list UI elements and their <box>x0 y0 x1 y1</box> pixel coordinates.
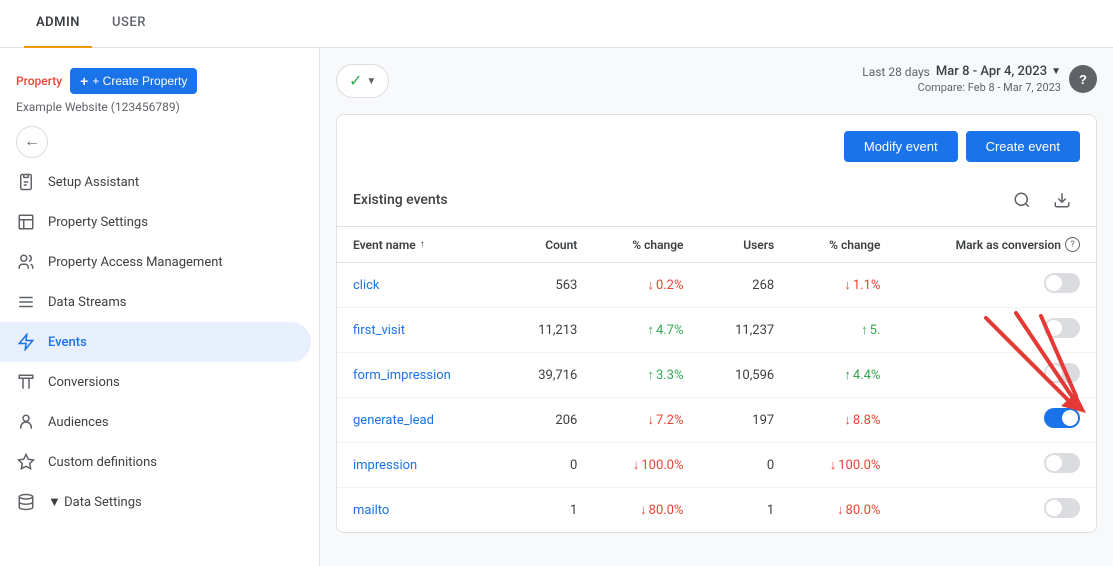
col-count: Count <box>503 227 594 263</box>
existing-events-row: Existing events <box>337 174 1096 227</box>
settings-icon <box>16 212 36 232</box>
event-name-link[interactable]: mailto <box>353 503 389 518</box>
sidebar-item-label: ▼ Data Settings <box>48 494 142 510</box>
table-row: generate_lead 206 ↓7.2% 197 ↓8.8% <box>337 398 1096 443</box>
content-area: ✓ ▼ Last 28 days Mar 8 - Apr 4, 2023 ▼ C… <box>320 48 1113 566</box>
sidebar-item-label: Property Settings <box>48 215 148 230</box>
create-property-button[interactable]: + + Create Property <box>70 68 197 94</box>
toggle-impression[interactable] <box>1044 453 1080 473</box>
events-icon <box>16 332 36 352</box>
modify-event-button[interactable]: Modify event <box>844 131 958 162</box>
col-mark-conversion: Mark as conversion ? <box>896 227 1096 263</box>
sidebar-item-conversions[interactable]: Conversions <box>0 362 311 402</box>
table-row: first_visit 11,213 ↑4.7% 11,237 ↑5. <box>337 308 1096 353</box>
back-button[interactable]: ← <box>16 126 48 158</box>
event-name-link[interactable]: click <box>353 278 380 293</box>
custom-icon <box>16 452 36 472</box>
conversion-help-icon[interactable]: ? <box>1065 237 1080 252</box>
plus-icon: + <box>80 73 88 89</box>
sidebar-item-events[interactable]: Events <box>0 322 311 362</box>
help-button[interactable]: ? <box>1069 65 1097 93</box>
date-range-section: Last 28 days Mar 8 - Apr 4, 2023 ▼ Compa… <box>862 64 1061 94</box>
sidebar: Property + + Create Property Example Web… <box>0 48 320 566</box>
sidebar-item-audiences[interactable]: Audiences <box>0 402 311 442</box>
check-icon: ✓ <box>349 71 362 91</box>
main-layout: Property + + Create Property Example Web… <box>0 48 1113 566</box>
compare-label: Compare: Feb 8 - Mar 7, 2023 <box>918 81 1061 94</box>
sidebar-item-label: Conversions <box>48 375 120 390</box>
sidebar-item-label: Property Access Management <box>48 255 223 270</box>
table-row: form_impression 39,716 ↑3.3% 10,596 ↑4.4… <box>337 353 1096 398</box>
date-dropdown-icon: ▼ <box>1051 66 1061 77</box>
property-label: Property <box>16 74 62 88</box>
last-days-label: Last 28 days <box>862 65 930 79</box>
event-name-link[interactable]: first_visit <box>353 323 405 338</box>
clipboard-icon <box>16 172 36 192</box>
account-name: Example Website (123456789) <box>0 98 319 122</box>
toggle-generate-lead[interactable] <box>1044 408 1080 428</box>
dropdown-arrow-icon: ▼ <box>366 76 376 87</box>
events-card: Modify event Create event Existing event… <box>336 114 1097 533</box>
search-button[interactable] <box>1004 182 1040 218</box>
toggle-click[interactable] <box>1044 273 1080 293</box>
sidebar-item-setup-assistant[interactable]: Setup Assistant <box>0 162 311 202</box>
toggle-first-visit[interactable] <box>1044 318 1080 338</box>
create-event-button[interactable]: Create event <box>966 131 1080 162</box>
sidebar-item-label: Custom definitions <box>48 455 157 470</box>
existing-events-title: Existing events <box>353 192 448 208</box>
event-name-link[interactable]: form_impression <box>353 368 451 383</box>
event-name-link[interactable]: generate_lead <box>353 413 434 428</box>
toggle-mailto[interactable] <box>1044 498 1080 518</box>
card-header: Modify event Create event <box>337 115 1096 174</box>
create-property-label: + Create Property <box>92 74 187 88</box>
sidebar-item-label: Setup Assistant <box>48 175 139 190</box>
tab-user[interactable]: USER <box>100 0 158 48</box>
table-row: mailto 1 ↓80.0% 1 ↓80.0% <box>337 488 1096 533</box>
sidebar-item-property-access[interactable]: Property Access Management <box>0 242 311 282</box>
audiences-icon <box>16 412 36 432</box>
tab-admin[interactable]: ADMIN <box>24 0 92 48</box>
table-row: click 563 ↓0.2% 268 ↓1.1% <box>337 263 1096 308</box>
toggle-form-impression[interactable] <box>1044 363 1080 383</box>
filter-button[interactable]: ✓ ▼ <box>336 64 389 98</box>
sidebar-item-custom-definitions[interactable]: Custom definitions <box>0 442 311 482</box>
event-name-link[interactable]: impression <box>353 458 417 473</box>
top-nav: ADMIN USER <box>0 0 1113 48</box>
sidebar-item-label: Data Streams <box>48 295 126 310</box>
data-icon <box>16 492 36 512</box>
col-event-name[interactable]: Event name ↑ <box>337 227 503 263</box>
sidebar-item-property-settings[interactable]: Property Settings <box>0 202 311 242</box>
download-button[interactable] <box>1044 182 1080 218</box>
sidebar-item-label: Events <box>48 335 87 350</box>
content-toolbar: ✓ ▼ Last 28 days Mar 8 - Apr 4, 2023 ▼ C… <box>336 64 1097 98</box>
conversions-icon <box>16 372 36 392</box>
sort-icon: ↑ <box>420 239 425 250</box>
date-range-value[interactable]: Mar 8 - Apr 4, 2023 ▼ <box>936 64 1061 79</box>
events-table: Event name ↑ Count % change Users % chan… <box>337 227 1096 532</box>
table-row: impression 0 ↓100.0% 0 ↓100.0% <box>337 443 1096 488</box>
people-icon <box>16 252 36 272</box>
card-actions <box>1004 182 1080 218</box>
property-row: Property + + Create Property <box>0 60 319 98</box>
sidebar-item-data-settings[interactable]: ▼ Data Settings <box>0 482 311 522</box>
col-users: Users <box>700 227 791 263</box>
col-count-change: % change <box>593 227 699 263</box>
col-users-change: % change <box>790 227 896 263</box>
sidebar-item-data-streams[interactable]: Data Streams <box>0 282 311 322</box>
sidebar-item-label: Audiences <box>48 415 109 430</box>
streams-icon <box>16 292 36 312</box>
